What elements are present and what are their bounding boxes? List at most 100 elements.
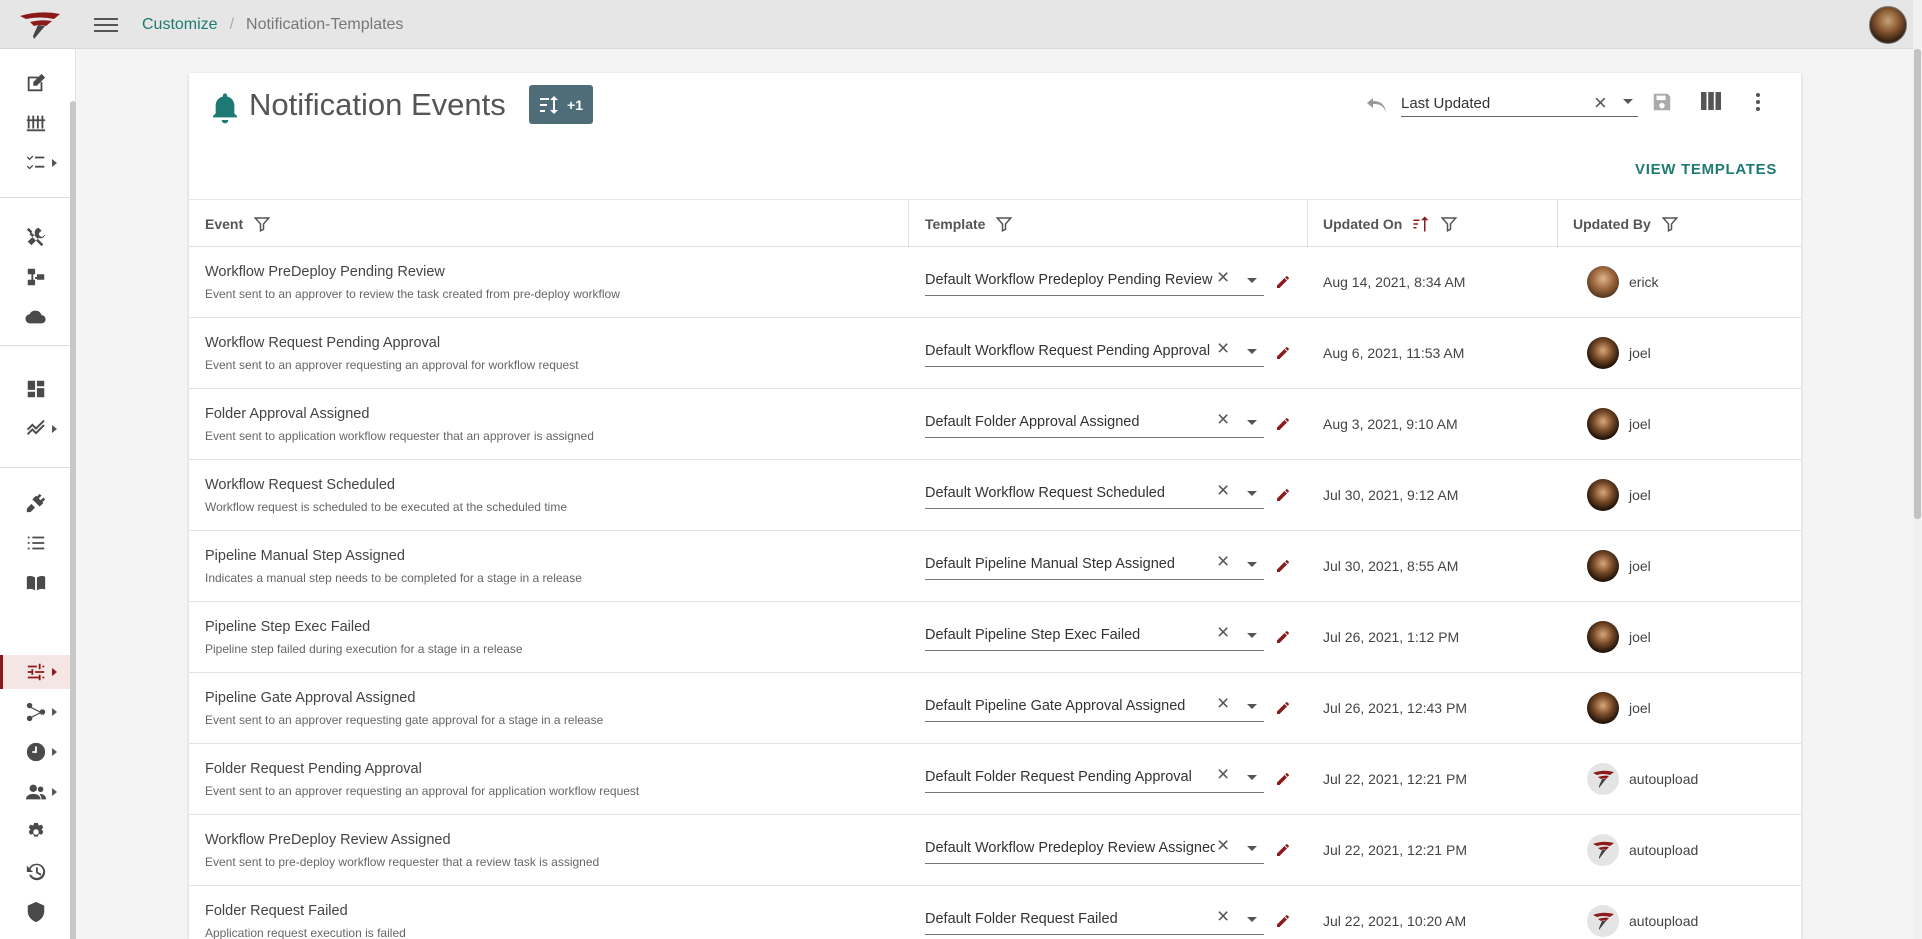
- plugin-icon[interactable]: [22, 489, 50, 517]
- chevron-down-icon[interactable]: [1247, 846, 1257, 851]
- chevron-right-icon[interactable]: [52, 788, 57, 796]
- book-icon[interactable]: [22, 569, 50, 597]
- table-row[interactable]: Workflow PreDeploy Review Assigned Event…: [189, 815, 1801, 886]
- template-select[interactable]: Default Pipeline Gate Approval Assigned ×: [925, 692, 1264, 722]
- customize-icon[interactable]: [22, 658, 50, 686]
- table-row[interactable]: Pipeline Manual Step Assigned Indicates …: [189, 531, 1801, 602]
- cloud-icon[interactable]: [22, 303, 50, 331]
- chevron-right-icon[interactable]: [52, 159, 57, 167]
- column-header-updated-on[interactable]: Updated On: [1323, 200, 1458, 248]
- chevron-down-icon[interactable]: [1247, 491, 1257, 496]
- save-icon[interactable]: [1651, 91, 1673, 113]
- column-header-event[interactable]: Event: [205, 200, 271, 248]
- template-select[interactable]: Default Folder Request Pending Approval ×: [925, 763, 1264, 793]
- pencil-icon[interactable]: [1275, 487, 1291, 503]
- hamburger-menu-icon[interactable]: [94, 14, 118, 36]
- template-select[interactable]: Default Workflow Predeploy Pending Revie…: [925, 266, 1264, 296]
- clear-template-icon[interactable]: ×: [1217, 905, 1229, 929]
- column-divider[interactable]: [1307, 200, 1308, 248]
- table-row[interactable]: Workflow Request Pending Approval Event …: [189, 318, 1801, 389]
- clear-template-icon[interactable]: ×: [1217, 266, 1229, 290]
- integration-icon[interactable]: [22, 698, 50, 726]
- sidebar-scrollbar[interactable]: [70, 101, 76, 939]
- sort-chip-button[interactable]: +1: [529, 85, 593, 124]
- filter-icon[interactable]: [253, 215, 271, 233]
- chevron-down-icon[interactable]: [1247, 349, 1257, 354]
- scrollbar-thumb[interactable]: [1914, 49, 1921, 519]
- clear-template-icon[interactable]: ×: [1217, 479, 1229, 503]
- checklist-icon[interactable]: [22, 149, 50, 177]
- template-select[interactable]: Default Folder Approval Assigned ×: [925, 408, 1264, 438]
- clear-template-icon[interactable]: ×: [1217, 408, 1229, 432]
- chevron-down-icon[interactable]: [1247, 278, 1257, 283]
- page-scrollbar[interactable]: [1913, 0, 1922, 939]
- view-templates-button[interactable]: VIEW TEMPLATES: [1635, 161, 1777, 178]
- column-divider[interactable]: [908, 200, 909, 248]
- pencil-icon[interactable]: [1275, 629, 1291, 645]
- pencil-icon[interactable]: [1275, 416, 1291, 432]
- dashboard-icon[interactable]: [22, 375, 50, 403]
- list-icon[interactable]: [22, 529, 50, 557]
- pencil-icon[interactable]: [1275, 274, 1291, 290]
- users-icon[interactable]: [22, 778, 50, 806]
- chevron-right-icon[interactable]: [52, 708, 57, 716]
- column-divider[interactable]: [1557, 200, 1558, 248]
- chevron-right-icon[interactable]: [52, 668, 57, 676]
- column-header-updated-by[interactable]: Updated By: [1573, 200, 1679, 248]
- template-select[interactable]: Default Pipeline Step Exec Failed ×: [925, 621, 1264, 651]
- template-select[interactable]: Default Workflow Request Pending Approva…: [925, 337, 1264, 367]
- more-vert-icon[interactable]: [1753, 90, 1763, 114]
- user-avatar[interactable]: [1869, 6, 1907, 44]
- template-select[interactable]: Default Workflow Predeploy Review Assign…: [925, 834, 1264, 864]
- columns-icon[interactable]: [1701, 92, 1721, 110]
- workflow-icon[interactable]: [22, 263, 50, 291]
- chevron-right-icon[interactable]: [52, 425, 57, 433]
- template-select[interactable]: Default Folder Request Failed ×: [925, 905, 1264, 935]
- breadcrumb-customize[interactable]: Customize: [142, 16, 218, 33]
- sort-ascending-icon[interactable]: [1412, 215, 1430, 233]
- clear-template-icon[interactable]: ×: [1217, 550, 1229, 574]
- pencil-icon[interactable]: [1275, 700, 1291, 716]
- table-row[interactable]: Pipeline Step Exec Failed Pipeline step …: [189, 602, 1801, 673]
- clear-sort-icon[interactable]: ×: [1594, 90, 1607, 116]
- history-icon[interactable]: [22, 858, 50, 886]
- tools-icon[interactable]: [22, 223, 50, 251]
- pencil-icon[interactable]: [1275, 345, 1291, 361]
- clear-template-icon[interactable]: ×: [1217, 834, 1229, 858]
- analytics-icon[interactable]: [22, 415, 50, 443]
- pencil-icon[interactable]: [1275, 558, 1291, 574]
- column-header-template[interactable]: Template: [925, 200, 1013, 248]
- table-row[interactable]: Folder Approval Assigned Event sent to a…: [189, 389, 1801, 460]
- table-row[interactable]: Pipeline Gate Approval Assigned Event se…: [189, 673, 1801, 744]
- sort-field-select[interactable]: Last Updated ×: [1401, 87, 1638, 117]
- chevron-down-icon[interactable]: [1247, 704, 1257, 709]
- undo-icon[interactable]: [1365, 95, 1389, 115]
- pencil-icon[interactable]: [1275, 913, 1291, 929]
- table-row[interactable]: Folder Request Pending Approval Event se…: [189, 744, 1801, 815]
- filter-icon[interactable]: [1440, 215, 1458, 233]
- chevron-down-icon[interactable]: [1247, 633, 1257, 638]
- clear-template-icon[interactable]: ×: [1217, 763, 1229, 787]
- filter-icon[interactable]: [995, 215, 1013, 233]
- chevron-down-icon[interactable]: [1623, 99, 1633, 104]
- filter-icon[interactable]: [1661, 215, 1679, 233]
- clear-template-icon[interactable]: ×: [1217, 621, 1229, 645]
- edit-icon[interactable]: [22, 69, 50, 97]
- brand-logo-icon[interactable]: [18, 10, 62, 40]
- clear-template-icon[interactable]: ×: [1217, 337, 1229, 361]
- chevron-down-icon[interactable]: [1247, 917, 1257, 922]
- chevron-down-icon[interactable]: [1247, 775, 1257, 780]
- pencil-icon[interactable]: [1275, 771, 1291, 787]
- table-row[interactable]: Workflow Request Scheduled Workflow requ…: [189, 460, 1801, 531]
- schedule-icon[interactable]: [22, 738, 50, 766]
- template-select[interactable]: Default Pipeline Manual Step Assigned ×: [925, 550, 1264, 580]
- clear-template-icon[interactable]: ×: [1217, 692, 1229, 716]
- chevron-right-icon[interactable]: [52, 748, 57, 756]
- pipelines-icon[interactable]: [22, 109, 50, 137]
- template-select[interactable]: Default Workflow Request Scheduled ×: [925, 479, 1264, 509]
- security-icon[interactable]: [22, 898, 50, 926]
- table-row[interactable]: Folder Request Failed Application reques…: [189, 886, 1801, 939]
- table-row[interactable]: Workflow PreDeploy Pending Review Event …: [189, 247, 1801, 318]
- chevron-down-icon[interactable]: [1247, 420, 1257, 425]
- chevron-down-icon[interactable]: [1247, 562, 1257, 567]
